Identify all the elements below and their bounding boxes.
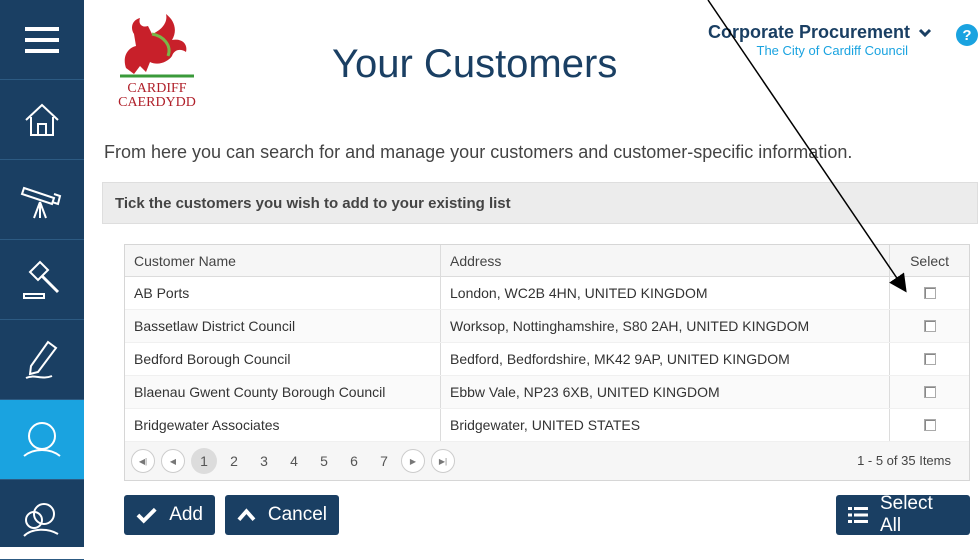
address-cell: Ebbw Vale, NP23 6XB, UNITED KINGDOM [441, 376, 890, 408]
page-number-7[interactable]: 7 [371, 448, 397, 474]
list-icon [848, 507, 868, 523]
page-description: From here you can search for and manage … [104, 142, 853, 162]
page-number-1[interactable]: 1 [191, 448, 217, 474]
page-number-5[interactable]: 5 [311, 448, 337, 474]
menu-button[interactable] [0, 0, 84, 80]
customer-search-icon [23, 421, 61, 457]
select-cell [890, 409, 969, 441]
address-cell: London, WC2B 4HN, UNITED KINGDOM [441, 277, 890, 309]
next-page-button[interactable]: ▶ [401, 449, 425, 473]
page-header: CARDIFF CAERDYDD Your Customers Corporat… [84, 0, 978, 125]
select-cell [890, 277, 969, 309]
add-button[interactable]: Add [124, 495, 215, 535]
chevron-down-icon [918, 28, 932, 37]
sidebar-item-customers[interactable] [0, 400, 84, 480]
table-row: Blaenau Gwent County Borough Council Ebb… [125, 376, 969, 409]
menu-icon [25, 26, 59, 53]
select-checkbox[interactable] [923, 353, 936, 365]
table-row: Bedford Borough Council Bedford, Bedford… [125, 343, 969, 376]
pager-info: 1 - 5 of 35 Items [857, 453, 951, 468]
sidebar-item-home[interactable] [0, 80, 84, 160]
page-title: Your Customers [332, 42, 618, 86]
panel-header: Tick the customers you wish to add to yo… [102, 182, 978, 224]
next-page-icon: ▶ [409, 456, 417, 466]
select-checkbox[interactable] [923, 320, 936, 332]
add-button-label: Add [169, 504, 203, 525]
table-row: AB Ports London, WC2B 4HN, UNITED KINGDO… [125, 277, 969, 310]
page-number-4[interactable]: 4 [281, 448, 307, 474]
sidebar-item-suppliers[interactable] [0, 480, 84, 560]
select-cell [890, 343, 969, 375]
cancel-button[interactable]: Cancel [225, 495, 339, 535]
sidebar [0, 0, 84, 560]
select-cell [890, 376, 969, 408]
sidebar-item-contracts[interactable] [0, 320, 84, 400]
select-all-button-label: Select All [879, 493, 933, 536]
page-number-6[interactable]: 6 [341, 448, 367, 474]
column-header-customer-name[interactable]: Customer Name [125, 245, 441, 276]
telescope-icon [20, 186, 62, 218]
logo-text-cardiff: CARDIFF [127, 81, 187, 96]
account-organisation: The City of Cardiff Council [756, 43, 909, 58]
customer-grid: Customer Name Address Select AB Ports Lo… [124, 244, 970, 481]
logo-text-caerdydd: CAERDYDD [118, 95, 196, 110]
home-icon [25, 103, 59, 136]
grid-pager: ◀| ◀ 1 2 3 4 5 6 7 ▶ ▶| 1 - 5 of 35 Item… [125, 442, 969, 480]
customer-name-cell: Bassetlaw District Council [125, 310, 441, 342]
checkmark-icon [136, 507, 157, 524]
dragon-logo-icon [120, 14, 194, 78]
account-menu[interactable]: Corporate Procurement The City of Cardif… [708, 22, 932, 58]
first-page-icon: ◀| [138, 456, 148, 466]
select-cell [890, 310, 969, 342]
council-logo[interactable]: CARDIFF CAERDYDD [112, 12, 202, 112]
select-checkbox[interactable] [923, 419, 936, 431]
cancel-button-label: Cancel [267, 504, 327, 525]
grid-header-row: Customer Name Address Select [125, 245, 969, 277]
last-page-icon: ▶| [438, 456, 448, 466]
customer-name-cell: AB Ports [125, 277, 441, 309]
sidebar-item-tenders[interactable] [0, 240, 84, 320]
chevron-up-icon [237, 508, 256, 521]
last-page-button[interactable]: ▶| [431, 449, 455, 473]
previous-page-icon: ◀ [169, 456, 177, 466]
address-cell: Worksop, Nottinghamshire, S80 2AH, UNITE… [441, 310, 890, 342]
select-checkbox[interactable] [923, 386, 936, 398]
help-icon[interactable]: ? [956, 24, 978, 46]
table-row: Bridgewater Associates Bridgewater, UNIT… [125, 409, 969, 442]
customer-name-cell: Bedford Borough Council [125, 343, 441, 375]
previous-page-button[interactable]: ◀ [161, 449, 185, 473]
people-search-icon [23, 502, 59, 537]
pen-icon [25, 340, 58, 379]
select-all-button[interactable]: Select All [836, 493, 970, 536]
panel-title: Tick the customers you wish to add to yo… [115, 195, 511, 212]
gavel-icon [23, 260, 60, 299]
account-name: Corporate Procurement [707, 22, 910, 42]
select-checkbox[interactable] [923, 287, 936, 299]
table-row: Bassetlaw District Council Worksop, Nott… [125, 310, 969, 343]
sidebar-item-explore[interactable] [0, 160, 84, 240]
account-name-row[interactable]: Corporate Procurement [708, 22, 932, 43]
page-number-2[interactable]: 2 [221, 448, 247, 474]
address-cell: Bedford, Bedfordshire, MK42 9AP, UNITED … [441, 343, 890, 375]
column-header-select: Select [910, 252, 949, 269]
page-number-3[interactable]: 3 [251, 448, 277, 474]
column-header-address[interactable]: Address [441, 245, 890, 276]
customer-name-cell: Blaenau Gwent County Borough Council [125, 376, 441, 408]
first-page-button[interactable]: ◀| [131, 449, 155, 473]
customer-name-cell: Bridgewater Associates [125, 409, 441, 441]
address-cell: Bridgewater, UNITED STATES [441, 409, 890, 441]
